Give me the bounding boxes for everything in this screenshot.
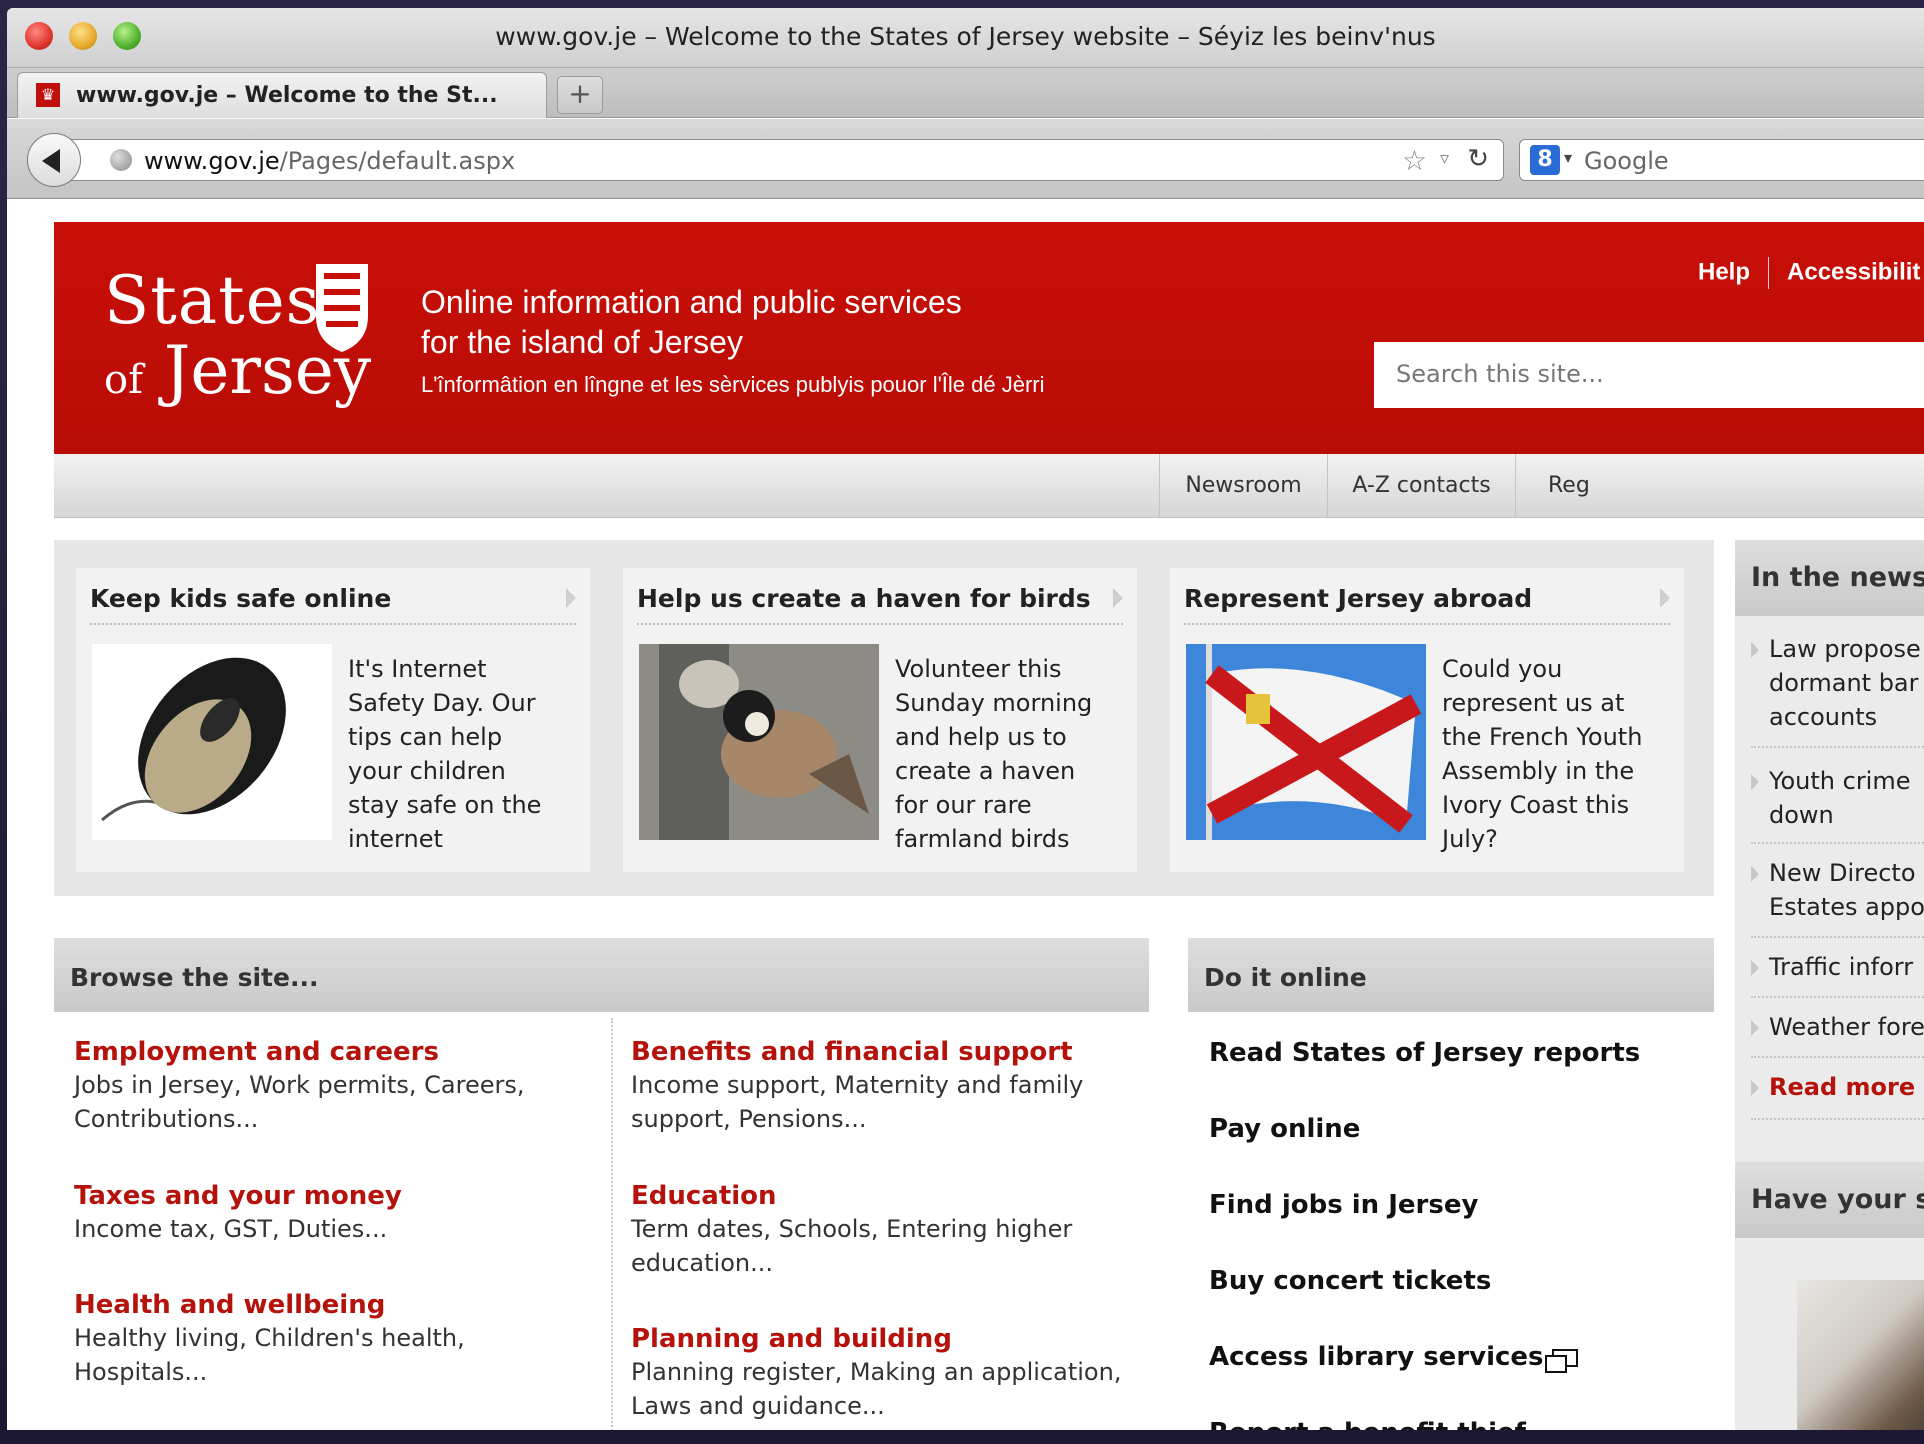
browse-link[interactable]: Taxes and your money [74, 1180, 594, 1212]
history-dropdown-icon[interactable]: ▿ [1440, 148, 1449, 169]
browser-window: www.gov.je – Welcome to the States of Je… [7, 8, 1924, 1430]
news-heading: In the news [1735, 540, 1924, 616]
jersey-favicon-icon: ♛ [36, 83, 60, 107]
online-link-pay[interactable]: Pay online [1209, 1114, 1360, 1144]
card-arrow-icon [1660, 588, 1670, 608]
site-search-input[interactable]: Search this site... [1374, 342, 1924, 408]
main-navigation: Newsroom A-Z contacts Reg [54, 454, 1924, 518]
tab-strip: ♛ www.gov.je – Welcome to the St... + [7, 68, 1924, 118]
feature-card-safety[interactable]: Keep kids safe online It's Internet Safet… [76, 568, 590, 872]
url-text[interactable]: www.gov.je/Pages/default.aspx [144, 147, 515, 175]
jersey-crest-icon [316, 264, 368, 352]
utility-links: Help Accessibilit [1698, 257, 1920, 289]
nav-reg[interactable]: Reg [1515, 454, 1924, 518]
browse-link[interactable]: Employment and careers [74, 1036, 594, 1068]
new-tab-button[interactable]: + [557, 76, 603, 114]
site-identity-icon[interactable] [110, 149, 132, 171]
search-placeholder: Search this site... [1396, 360, 1604, 388]
bookmark-star-icon[interactable]: ☆ [1402, 144, 1427, 177]
title-bar: www.gov.je – Welcome to the States of Je… [7, 8, 1924, 68]
card-arrow-icon [1113, 588, 1123, 608]
search-bar[interactable]: 8 ▾ Google [1519, 139, 1924, 181]
feature-card-abroad[interactable]: Represent Jersey abroad Could you represe… [1170, 568, 1684, 872]
accessibility-link[interactable]: Accessibilit [1787, 258, 1920, 285]
browse-link[interactable]: Education [631, 1180, 1151, 1212]
help-link[interactable]: Help [1698, 258, 1750, 285]
feature-text: Volunteer this Sunday morning and help us … [895, 655, 1093, 853]
search-engine-dropdown-icon[interactable]: ▾ [1564, 148, 1572, 167]
feature-title[interactable]: Keep kids safe online [90, 584, 576, 625]
feature-title[interactable]: Represent Jersey abroad [1184, 584, 1670, 625]
browse-taxes: Taxes and your money Income tax, GST, Du… [74, 1180, 594, 1246]
reload-icon[interactable]: ↻ [1467, 144, 1489, 174]
site-tagline-jerriais: L'înformâtion en lîngne et les sèrvices … [421, 372, 1045, 397]
page-viewport: States of Jersey Online information and … [7, 200, 1924, 1430]
online-link-reports[interactable]: Read States of Jersey reports [1209, 1038, 1640, 1068]
browse-link[interactable]: Planning and building [631, 1323, 1151, 1355]
browse-health: Health and wellbeing Healthy living, Chi… [74, 1289, 594, 1389]
news-sidebar: In the news Law propose dormant bar accoun… [1735, 540, 1924, 1430]
news-item[interactable]: Weather fore [1751, 1010, 1924, 1058]
have-your-say-heading: Have your s [1735, 1162, 1924, 1238]
site-tagline: Online information and public services [421, 284, 962, 320]
utility-divider [1768, 257, 1770, 289]
browse-heading: Browse the site... [54, 938, 1149, 1012]
online-link-jobs[interactable]: Find jobs in Jersey [1209, 1190, 1478, 1220]
google-search-engine-icon[interactable]: 8 [1530, 145, 1560, 175]
external-window-icon [1544, 1348, 1578, 1373]
window-title: www.gov.je – Welcome to the States of Je… [495, 22, 1436, 51]
tab-label: www.gov.je – Welcome to the St... [76, 83, 498, 108]
browse-planning: Planning and building Planning register,… [631, 1323, 1151, 1423]
featured-panel: Keep kids safe online It's Internet Safet… [54, 540, 1714, 896]
bird-on-feeder-image [639, 644, 879, 840]
feature-title[interactable]: Help us create a haven for birds [637, 584, 1123, 625]
nav-a-z-contacts[interactable]: A-Z contacts [1327, 454, 1515, 518]
browse-link[interactable]: Benefits and financial support [631, 1036, 1151, 1068]
news-item[interactable]: Youth crime down [1751, 764, 1924, 844]
online-link-tickets[interactable]: Buy concert tickets [1209, 1266, 1491, 1296]
browse-link[interactable]: Health and wellbeing [74, 1289, 594, 1321]
browse-divider [611, 1018, 613, 1430]
site-header: States of Jersey Online information and … [54, 222, 1924, 454]
address-bar[interactable]: www.gov.je/Pages/default.aspx ☆ ▿ ↻ [69, 139, 1504, 181]
news-item[interactable]: New Directo Estates appo [1751, 856, 1924, 938]
news-item[interactable]: Traffic inforr [1751, 950, 1924, 998]
back-button[interactable] [27, 133, 81, 187]
navigation-toolbar: www.gov.je/Pages/default.aspx ☆ ▿ ↻ 8 ▾ … [7, 119, 1924, 199]
online-link-library[interactable]: Access library services [1209, 1342, 1578, 1373]
card-arrow-icon [566, 588, 576, 608]
feature-text: Could you represent us at the French Youth… [1442, 655, 1643, 853]
browser-tab[interactable]: ♛ www.gov.je – Welcome to the St... [17, 72, 547, 118]
person-thinking-image [1797, 1280, 1924, 1430]
browse-employment: Employment and careers Jobs in Jersey, W… [74, 1036, 594, 1136]
do-it-online-heading: Do it online [1188, 938, 1714, 1012]
online-link-benefit-thief[interactable]: Report a benefit thief [1209, 1418, 1526, 1430]
jersey-flag-image [1186, 644, 1426, 840]
nav-newsroom[interactable]: Newsroom [1159, 454, 1327, 518]
site-tagline-2: for the island of Jersey [421, 324, 743, 360]
feature-text: It's Internet Safety Day. Our tips can hel… [348, 655, 542, 853]
search-engine-label: Google [1584, 147, 1669, 175]
computer-mouse-image [92, 644, 332, 840]
browse-benefits: Benefits and financial support Income su… [631, 1036, 1151, 1136]
feature-card-birds[interactable]: Help us create a haven for birds Volunte… [623, 568, 1137, 872]
news-item[interactable]: Law propose dormant bar accounts [1751, 632, 1924, 748]
news-read-more-link[interactable]: Read more [1751, 1070, 1924, 1120]
browse-education: Education Term dates, Schools, Entering … [631, 1180, 1151, 1280]
